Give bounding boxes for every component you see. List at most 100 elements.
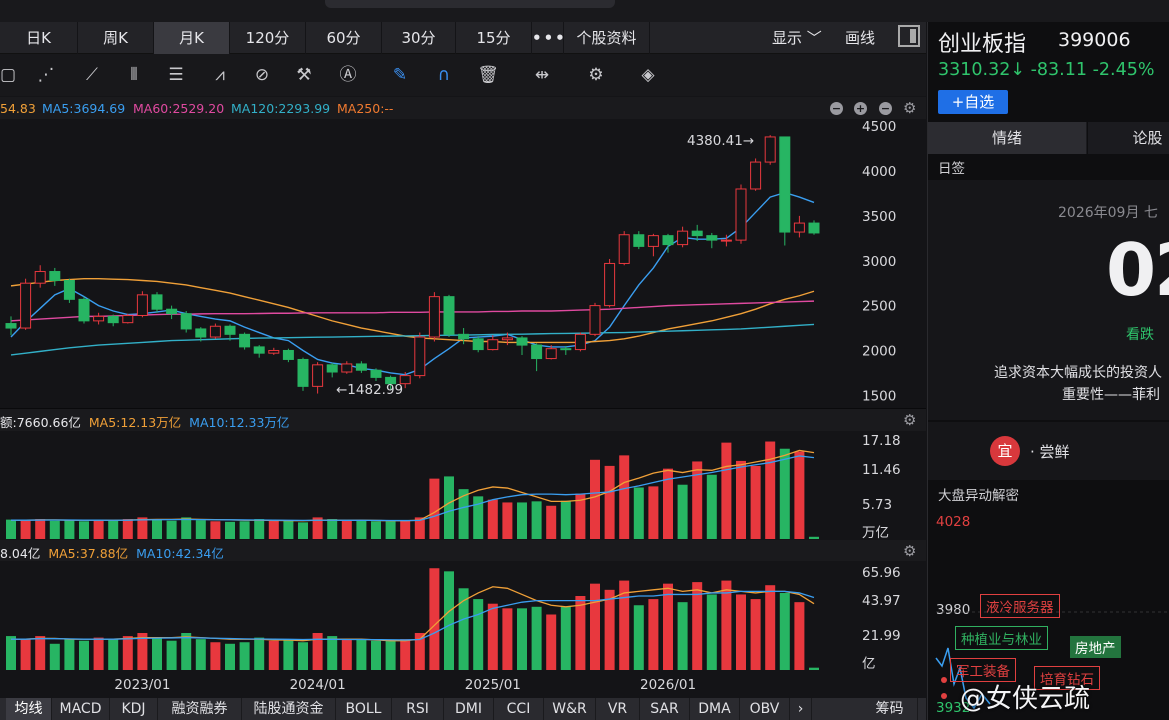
indicator-tab-10[interactable]: VR bbox=[596, 698, 640, 720]
text-lines-icon[interactable]: ☰ bbox=[164, 64, 188, 86]
candle-body bbox=[662, 235, 674, 246]
indicator-tab-14[interactable]: › bbox=[790, 698, 812, 720]
indicator-tab-11[interactable]: SAR bbox=[640, 698, 690, 720]
annotation-tool-icon[interactable]: Ⓐ bbox=[336, 64, 360, 86]
vol2-bar bbox=[225, 643, 235, 670]
candle-body bbox=[487, 339, 499, 351]
volume-bar bbox=[765, 441, 776, 539]
candle-body bbox=[326, 364, 338, 373]
period-tab-2[interactable]: 月K bbox=[154, 22, 230, 54]
volume-tick-label: 11.46 bbox=[862, 462, 901, 478]
zoom-out-icon[interactable]: − bbox=[879, 102, 892, 115]
collapse-icon[interactable]: − bbox=[830, 102, 843, 115]
indicator-tab-6[interactable]: RSI bbox=[392, 698, 444, 720]
indicator-tab-13[interactable]: OBV bbox=[740, 698, 790, 720]
tab-mood[interactable]: 情绪 bbox=[928, 122, 1086, 154]
volume-bar bbox=[721, 442, 732, 539]
volume-bar bbox=[239, 521, 250, 539]
candle-body bbox=[750, 161, 762, 190]
vol2-bar bbox=[254, 637, 265, 670]
vol2-bar bbox=[560, 606, 571, 670]
volume-bar bbox=[93, 520, 104, 539]
indicator-tab-12[interactable]: DMA bbox=[690, 698, 740, 720]
indicator-tab-7[interactable]: DMI bbox=[444, 698, 494, 720]
suggestion-row[interactable]: 宜 · 尝鲜 bbox=[928, 422, 1169, 480]
vol2-bar bbox=[195, 639, 206, 670]
vol2-bar bbox=[166, 640, 177, 670]
gear-icon[interactable]: ⚙ bbox=[584, 64, 608, 86]
candle-body bbox=[93, 315, 105, 322]
vol2-gear-icon[interactable]: ⚙ bbox=[903, 542, 916, 560]
tag-planting[interactable]: 种植业与林业 bbox=[955, 626, 1048, 650]
period-tab-3[interactable]: 120分 bbox=[230, 22, 306, 54]
volume-bar bbox=[210, 521, 221, 539]
high-annotation: 4380.41→ bbox=[687, 133, 754, 149]
fan-tool-icon[interactable]: ⋰ bbox=[34, 64, 58, 86]
pen-tool-icon[interactable]: ✎ bbox=[388, 64, 412, 86]
indicator-tab-4[interactable]: 陆股通资金 bbox=[242, 698, 336, 720]
vol2-bar bbox=[298, 642, 308, 670]
tab-discussion[interactable]: 论股 bbox=[1087, 122, 1169, 154]
parallel-lines-icon[interactable]: ⦀ bbox=[122, 64, 146, 86]
period-tab-0[interactable]: 日K bbox=[0, 22, 78, 54]
candle-body bbox=[633, 234, 645, 247]
volume-bar bbox=[677, 484, 688, 539]
indicator-tab-0[interactable]: 均线 bbox=[6, 698, 52, 720]
market-anomaly-title: 大盘异动解密 bbox=[938, 488, 1019, 504]
trash-icon[interactable]: 🗑 bbox=[476, 64, 500, 86]
low-annotation: ←1482.99 bbox=[336, 382, 403, 398]
layout-toggle-icon[interactable] bbox=[898, 25, 920, 47]
split-tool-icon[interactable]: ⇹ bbox=[530, 64, 554, 86]
cycle-tool-icon[interactable]: ⊘ bbox=[250, 64, 274, 86]
volume-bar bbox=[502, 502, 513, 539]
tag-real-estate[interactable]: 房地产 bbox=[1070, 636, 1121, 658]
vol2-bar bbox=[6, 636, 16, 670]
wave-tool-icon[interactable]: ⩘ bbox=[208, 64, 232, 86]
vol2-bar bbox=[706, 594, 717, 670]
rect-tool-icon[interactable]: ▢ bbox=[0, 64, 20, 86]
indicator-tab-9[interactable]: W&R bbox=[544, 698, 596, 720]
kline-chart[interactable]: 1500 2000 2500 3000 3500 4000 4500 17.18 11.46 5.… bbox=[0, 119, 926, 697]
pitchfork-tool-icon[interactable]: ⚒ bbox=[292, 64, 316, 86]
indicator-tab-5[interactable]: BOLL bbox=[336, 698, 392, 720]
volume-bar bbox=[546, 505, 557, 539]
add-watchlist-button[interactable]: +自选 bbox=[938, 90, 1008, 114]
vol2-bar bbox=[517, 608, 527, 670]
candle-body bbox=[545, 348, 557, 360]
volume-bar bbox=[166, 520, 177, 539]
period-tab-5[interactable]: 30分 bbox=[382, 22, 456, 54]
segment-tool-icon[interactable]: ⟋ bbox=[80, 64, 104, 86]
candle-body bbox=[63, 279, 75, 300]
volume-bar bbox=[692, 461, 703, 539]
candle-body bbox=[370, 369, 382, 378]
indicator-tab-8[interactable]: CCI bbox=[494, 698, 544, 720]
candle-body bbox=[239, 333, 251, 348]
stock-code: 399006 bbox=[1058, 29, 1131, 51]
main-chart-gear-icon[interactable]: ⚙ bbox=[903, 99, 916, 117]
candle-body bbox=[428, 296, 440, 338]
draw-line-button[interactable]: 画线 bbox=[845, 22, 875, 54]
volume-gear-icon[interactable]: ⚙ bbox=[903, 411, 916, 429]
indicator-tab-3[interactable]: 融资融券 bbox=[158, 698, 242, 720]
period-tab-4[interactable]: 60分 bbox=[306, 22, 382, 54]
vol2-bar bbox=[692, 582, 703, 670]
candle-body bbox=[604, 262, 616, 307]
indicator-tab-1[interactable]: MACD bbox=[52, 698, 110, 720]
tag-liquid-cooling[interactable]: 液冷服务器 bbox=[980, 594, 1060, 618]
indicator-tab-15[interactable]: 筹码 bbox=[862, 698, 918, 720]
indicator-tab-2[interactable]: KDJ bbox=[110, 698, 158, 720]
display-menu-button[interactable]: 显示 ﹀ bbox=[772, 22, 822, 54]
magnet-tool-icon[interactable]: ∩ bbox=[432, 64, 456, 86]
period-tab-1[interactable]: 周K bbox=[78, 22, 154, 54]
zoom-in-icon[interactable]: + bbox=[854, 102, 867, 115]
period-tab-8[interactable]: 个股资料 bbox=[564, 22, 650, 54]
candle-body bbox=[691, 230, 703, 237]
vol2-bar bbox=[64, 639, 75, 670]
period-tab-7[interactable]: ••• bbox=[532, 22, 565, 54]
layers-icon[interactable]: ◈ bbox=[636, 64, 660, 86]
vol2-bar bbox=[356, 639, 367, 670]
period-tab-6[interactable]: 15分 bbox=[456, 22, 532, 54]
vol2-legend-ma5: MA5:37.88亿 bbox=[48, 546, 129, 561]
search-box[interactable] bbox=[325, 0, 615, 8]
daily-sign-card[interactable]: 2026年09月 七 02 看跌 追求资本大幅成长的投资人 重要性——菲利 bbox=[928, 180, 1169, 420]
